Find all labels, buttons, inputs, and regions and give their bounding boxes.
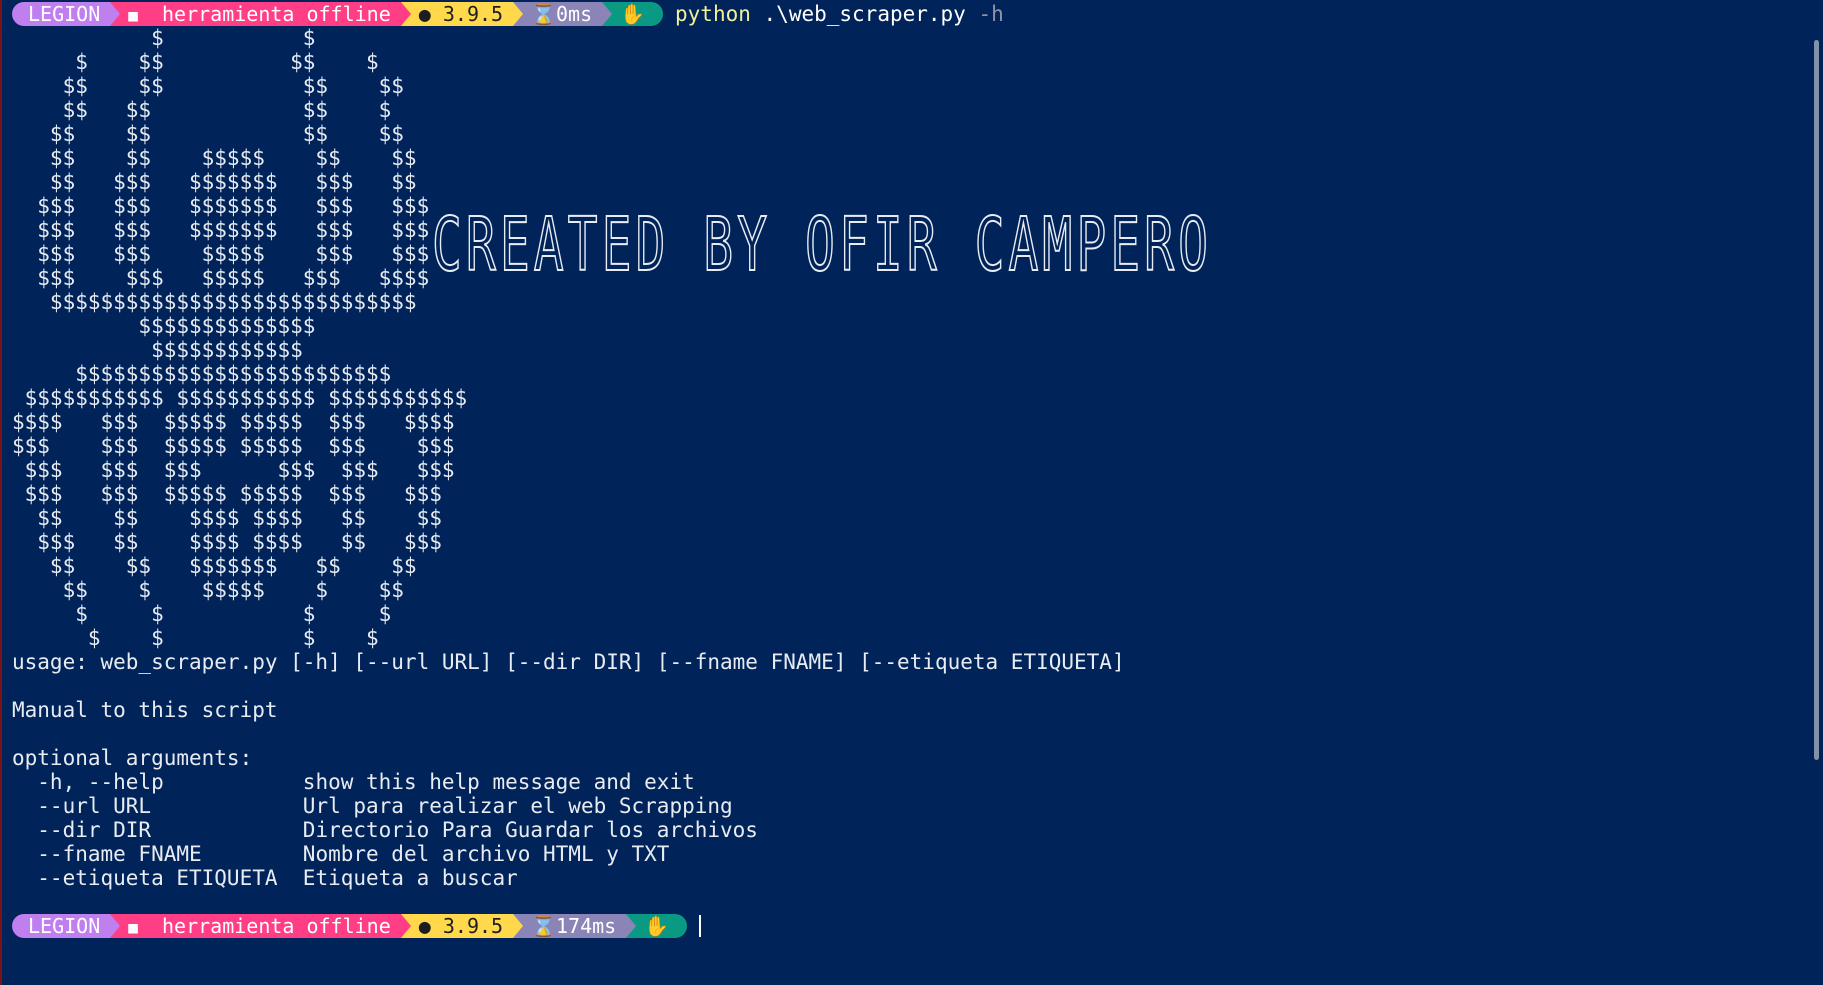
option-flag: -h, --help <box>12 770 303 794</box>
banner-created-by: CREATED BY OFIR CAMPERO <box>432 201 1212 289</box>
hand-icon: ✋ <box>620 2 646 26</box>
prompt-line-bottom[interactable]: LEGION ■ herramienta offline ● 3.9.5 ⌛17… <box>12 914 1792 938</box>
prompt-user-segment: LEGION <box>12 2 111 26</box>
prompt-status-segment: ✋ <box>612 2 664 26</box>
ascii-art-line: $$$$$$$$$$$$$$$$$$$$$$$$$ <box>12 362 392 386</box>
ascii-art-line: $ $ $ $ <box>12 626 379 650</box>
prompt-elapsed: 174ms <box>555 914 617 938</box>
ascii-art-line: $$ $$ $$ $$ <box>12 74 404 98</box>
ascii-art-line: $$$$$$$$$$$$$$ <box>12 314 316 338</box>
ascii-art-line: $$$$$$$$$$$$$$$$$$$$$$$$$$$$$ <box>12 290 417 314</box>
powerline-separator <box>602 2 613 26</box>
command-arg: .\web_scraper.py <box>763 2 966 26</box>
ascii-art-line: $$$$$$$$$$$ $$$$$$$$$$$ $$$$$$$$$$$ <box>12 386 468 410</box>
window-left-border <box>0 0 2 985</box>
section-title: optional arguments: <box>12 746 253 770</box>
ascii-art-line: $$ $$$ $$$$$$$ $$$ $$ <box>12 170 417 194</box>
ascii-art-line: $$$ $$$ $$$$$ $$$$$ $$$ $$$ <box>12 434 455 458</box>
option-row: --dir DIR Directorio Para Guardar los ar… <box>12 818 1792 842</box>
option-description: show this help message and exit <box>302 770 695 794</box>
description-line: Manual to this script <box>12 698 278 722</box>
option-description: Nombre del archivo HTML y TXT <box>302 842 670 866</box>
prompt-dir-segment: ■ herramienta offline <box>120 914 401 938</box>
hourglass-icon: ⌛ <box>531 914 556 938</box>
python-dot-icon: ● <box>418 2 431 26</box>
command-text: python .\web_scraper.py -h <box>675 2 1004 26</box>
prompt-python-version: 3.9.5 <box>442 2 504 26</box>
powerline-separator <box>110 2 121 26</box>
prompt-python-segment: ● 3.9.5 <box>410 2 514 26</box>
powerline-separator <box>400 2 411 26</box>
text-cursor[interactable] <box>699 915 702 937</box>
option-description: Directorio Para Guardar los archivos <box>302 818 758 842</box>
option-row: --etiqueta ETIQUETA Etiqueta a buscar <box>12 866 1792 890</box>
prompt-elapsed: 0ms <box>555 2 593 26</box>
prompt-dir-label: herramienta offline <box>161 2 391 26</box>
hourglass-icon: ⌛ <box>531 2 556 26</box>
prompt-line-top: LEGION ■ herramienta offline ● 3.9.5 ⌛0m… <box>12 2 1792 26</box>
option-row: -h, --help show this help message and ex… <box>12 770 1792 794</box>
ascii-art-line: $$ $$ $$$$ $$$$ $$ $$ <box>12 506 442 530</box>
ascii-art-line: $$ $$ $$$$$ $$ $$ <box>12 146 417 170</box>
banner-text: CREATED BY OFIR CAMPERO <box>432 202 1212 288</box>
prompt-timer-segment: ⌛174ms <box>523 914 627 938</box>
python-dot-icon: ● <box>418 914 431 938</box>
ascii-art-line: $$ $$ $$ $$ <box>12 122 404 146</box>
powerline-separator <box>626 914 637 938</box>
prompt-timer-segment: ⌛0ms <box>523 2 603 26</box>
ascii-art-line: $ $ $ $ <box>12 602 392 626</box>
option-flag: --url URL <box>12 794 303 818</box>
option-flag: --etiqueta ETIQUETA <box>12 866 303 890</box>
command-bin: python <box>675 2 751 26</box>
folder-icon: ■ <box>128 918 138 937</box>
ascii-art-block: $ $ $ $$ $$ $ $$ $$ $$ $$ $$ $$ $$ $ $$ … <box>12 26 1792 650</box>
prompt-python-segment: ● 3.9.5 <box>410 914 514 938</box>
option-description: Etiqueta a buscar <box>302 866 518 890</box>
ascii-art-line: $$ $ $$$$$ $ $$ <box>12 578 404 602</box>
prompt-dir-label: herramienta offline <box>161 914 391 938</box>
ascii-art-line: $$$$ $$$ $$$$$ $$$$$ $$$ $$$$ <box>12 410 455 434</box>
powerline-separator <box>400 914 411 938</box>
powerline-separator <box>513 2 524 26</box>
ascii-art-line: $$$$$$$$$$$$ <box>12 338 303 362</box>
powerline-separator <box>513 914 524 938</box>
options-list: -h, --help show this help message and ex… <box>12 770 1792 890</box>
prompt-dir-segment: ■ herramienta offline <box>120 2 401 26</box>
scrollbar-thumb[interactable] <box>1814 40 1819 760</box>
usage-line: usage: web_scraper.py [-h] [--url URL] [… <box>12 650 1125 674</box>
ascii-art-line: $$$ $$$ $$$ $$$ $$$ $$$ <box>12 458 455 482</box>
option-row: --fname FNAME Nombre del archivo HTML y … <box>12 842 1792 866</box>
prompt-status-segment: ✋ <box>636 914 688 938</box>
folder-icon: ■ <box>128 6 138 25</box>
ascii-art-line: $$ $$ $$ $ <box>12 98 392 122</box>
option-flag: --dir DIR <box>12 818 303 842</box>
option-description: Url para realizar el web Scrapping <box>302 794 733 818</box>
ascii-art-line: $$$ $$ $$$$ $$$$ $$ $$$ <box>12 530 442 554</box>
ascii-art-line: $$$ $$$ $$$$$ $$$$$ $$$ $$$ <box>12 482 442 506</box>
option-flag: --fname FNAME <box>12 842 303 866</box>
prompt-user-segment: LEGION <box>12 914 111 938</box>
terminal-output[interactable]: LEGION ■ herramienta offline ● 3.9.5 ⌛0m… <box>12 2 1792 938</box>
ascii-art-line: $ $ <box>12 26 316 50</box>
powerline-separator <box>110 914 121 938</box>
hand-icon: ✋ <box>644 914 670 938</box>
ascii-art-line: $$ $$ $$$$$$$ $$ $$ <box>12 554 417 578</box>
command-flag: -h <box>978 2 1004 26</box>
option-row: --url URL Url para realizar el web Scrap… <box>12 794 1792 818</box>
ascii-art-lines: $ $ $ $$ $$ $ $$ $$ $$ $$ $$ $$ $$ $ $$ … <box>12 26 1792 650</box>
prompt-python-version: 3.9.5 <box>442 914 504 938</box>
ascii-art-line: $ $$ $$ $ <box>12 50 379 74</box>
